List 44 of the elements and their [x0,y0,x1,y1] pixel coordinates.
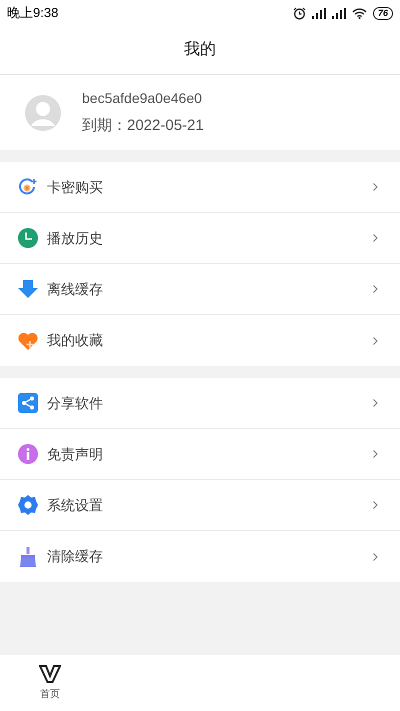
menu-label: 我的收藏 [47,331,104,350]
chevron-right-icon [373,183,378,191]
expiry-date: 到期：2022-05-21 [82,116,204,136]
clock-icon [18,228,38,248]
wifi-icon [352,8,367,18]
signal-icon [312,8,326,18]
menu-item[interactable]: 离线缓存 [0,264,400,315]
chevron-right-icon [373,552,378,560]
chevron-right-icon [373,399,378,407]
menu-item[interactable]: 系统设置 [0,480,400,531]
chevron-right-icon [373,450,378,458]
menu-item[interactable]: 播放历史 [0,213,400,264]
settings-icon [18,495,38,515]
menu-label: 播放历史 [47,228,104,248]
menu-label: 卡密购买 [47,178,104,196]
chevron-right-icon [373,336,378,344]
share-icon [18,393,38,413]
avatar-icon [25,94,61,130]
v-logo-icon [39,664,61,682]
page-title: 我的 [184,40,216,60]
menu-label: 离线缓存 [47,280,104,298]
menu-item[interactable]: 清除缓存 [0,531,400,582]
down-arrow-icon [18,279,38,299]
coupon-icon [18,177,38,197]
menu-label: 系统设置 [47,496,104,514]
chevron-right-icon [373,234,378,242]
menu-label: 清除缓存 [47,547,104,566]
signal-icon [332,8,346,18]
status-time: 晚上9:38 [7,4,58,22]
menu-label: 分享软件 [47,394,104,412]
info-icon [18,444,38,464]
menu-item[interactable]: 分享软件 [0,378,400,429]
menu-item[interactable]: 免责声明 [0,429,400,480]
menu-item[interactable]: 我的收藏 [0,315,400,366]
battery-icon: 76 [372,6,393,20]
heart-icon [18,330,38,350]
menu-label: 免责声明 [47,444,104,464]
alarm-icon [292,6,306,20]
menu-item[interactable]: 卡密购买 [0,162,400,213]
chevron-right-icon [373,501,378,509]
username: bec5afde9a0e46e0 [82,88,203,108]
chevron-right-icon [373,285,378,293]
broom-icon [18,546,38,566]
profile-card[interactable]: bec5afde9a0e46e0 到期：2022-05-21 [0,75,400,150]
